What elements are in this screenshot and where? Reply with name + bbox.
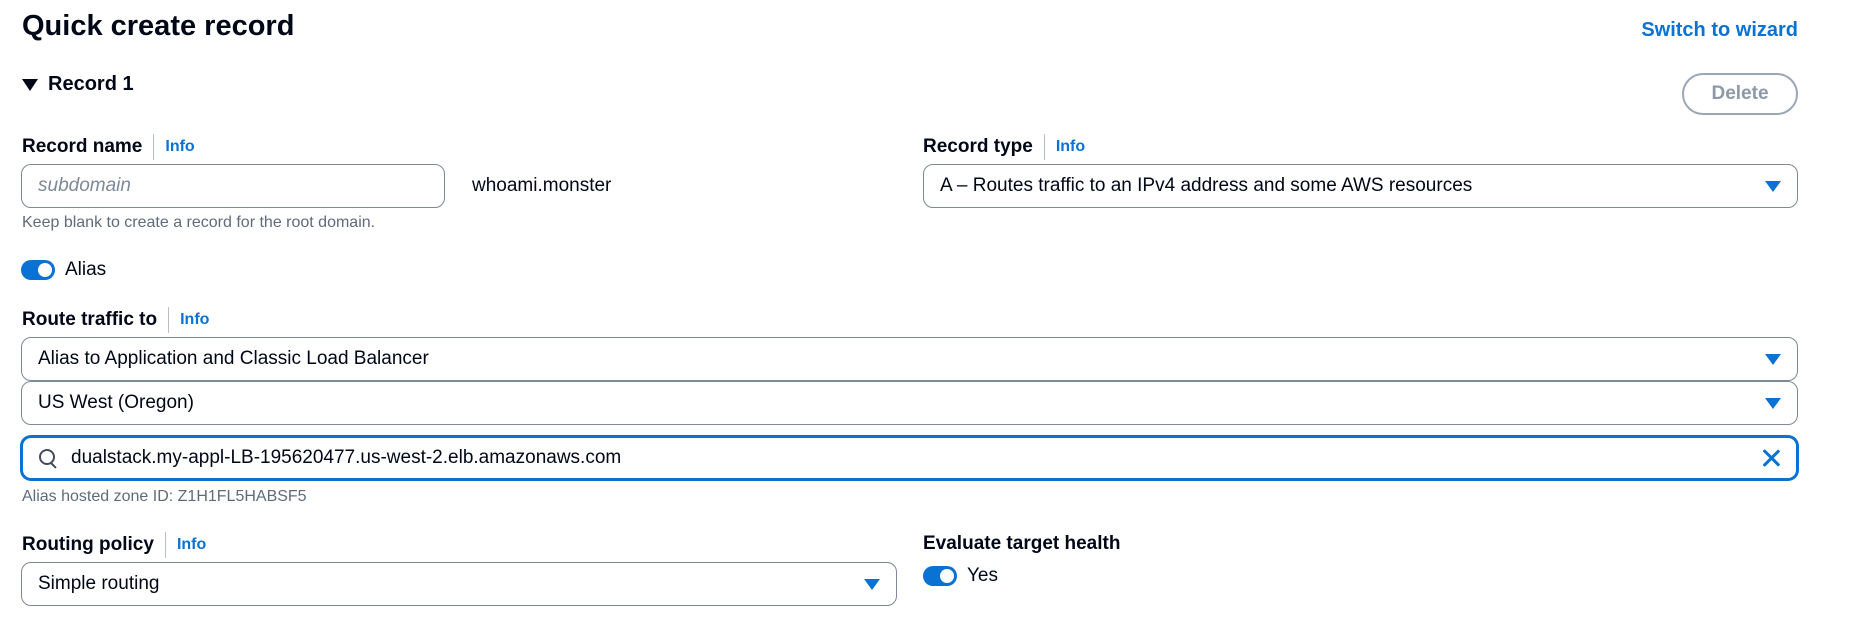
region-select[interactable]: US West (Oregon) [21, 381, 1798, 425]
routing-policy-select[interactable]: Simple routing [21, 562, 897, 606]
evaluate-health-toggle-label: Yes [967, 565, 998, 586]
endpoint-type-value: Alias to Application and Classic Load Ba… [38, 348, 429, 369]
routing-policy-value: Simple routing [38, 573, 160, 594]
alias-toggle[interactable] [21, 260, 55, 280]
dropdown-arrow-icon [1765, 397, 1781, 409]
evaluate-health-toggle-row[interactable]: Yes [923, 565, 998, 587]
domain-suffix: whoami.monster [472, 175, 612, 196]
record-name-hint: Keep blank to create a record for the ro… [22, 214, 376, 231]
record-type-info-link[interactable]: Info [1043, 134, 1085, 160]
record-type-value: A – Routes traffic to an IPv4 address an… [940, 175, 1473, 196]
route-traffic-label-row: Route traffic to Info [22, 307, 209, 333]
routing-policy-info-link[interactable]: Info [164, 532, 206, 558]
caret-down-icon [22, 78, 38, 91]
dropdown-arrow-icon [1765, 353, 1781, 365]
record-type-label-row: Record type Info [923, 134, 1085, 160]
evaluate-health-label: Evaluate target health [923, 533, 1121, 554]
record-section-title: Record 1 [48, 73, 134, 95]
record-name-placeholder: subdomain [38, 175, 131, 196]
delete-record-button[interactable]: Delete [1682, 73, 1798, 115]
evaluate-health-toggle[interactable] [923, 566, 957, 586]
route-traffic-label: Route traffic to [22, 309, 158, 330]
load-balancer-search-input[interactable]: dualstack.my-appl-LB-195620477.us-west-2… [21, 436, 1798, 480]
page-title: Quick create record [22, 10, 295, 42]
record-type-label: Record type [923, 136, 1033, 157]
dropdown-arrow-icon [1765, 180, 1781, 192]
dropdown-arrow-icon [864, 578, 880, 590]
record-type-select[interactable]: A – Routes traffic to an IPv4 address an… [923, 164, 1798, 208]
region-value: US West (Oregon) [38, 392, 194, 413]
alias-label: Alias [65, 259, 107, 280]
clear-icon[interactable] [1760, 447, 1782, 469]
record-section-toggle[interactable]: Record 1 [22, 73, 134, 96]
load-balancer-value: dualstack.my-appl-LB-195620477.us-west-2… [71, 447, 622, 468]
record-name-input[interactable]: subdomain [21, 164, 445, 208]
hosted-zone-hint: Alias hosted zone ID: Z1H1FL5HABSF5 [22, 488, 307, 505]
search-icon [39, 449, 57, 467]
endpoint-type-select[interactable]: Alias to Application and Classic Load Ba… [21, 337, 1798, 381]
record-name-label: Record name [22, 136, 143, 157]
record-name-info-link[interactable]: Info [153, 134, 195, 160]
route-traffic-info-link[interactable]: Info [168, 307, 209, 333]
record-name-label-row: Record name Info [22, 134, 195, 160]
routing-policy-label-row: Routing policy Info [22, 532, 206, 558]
routing-policy-label: Routing policy [22, 534, 154, 555]
alias-toggle-row[interactable]: Alias [21, 259, 106, 281]
switch-to-wizard-link[interactable]: Switch to wizard [1641, 19, 1798, 42]
